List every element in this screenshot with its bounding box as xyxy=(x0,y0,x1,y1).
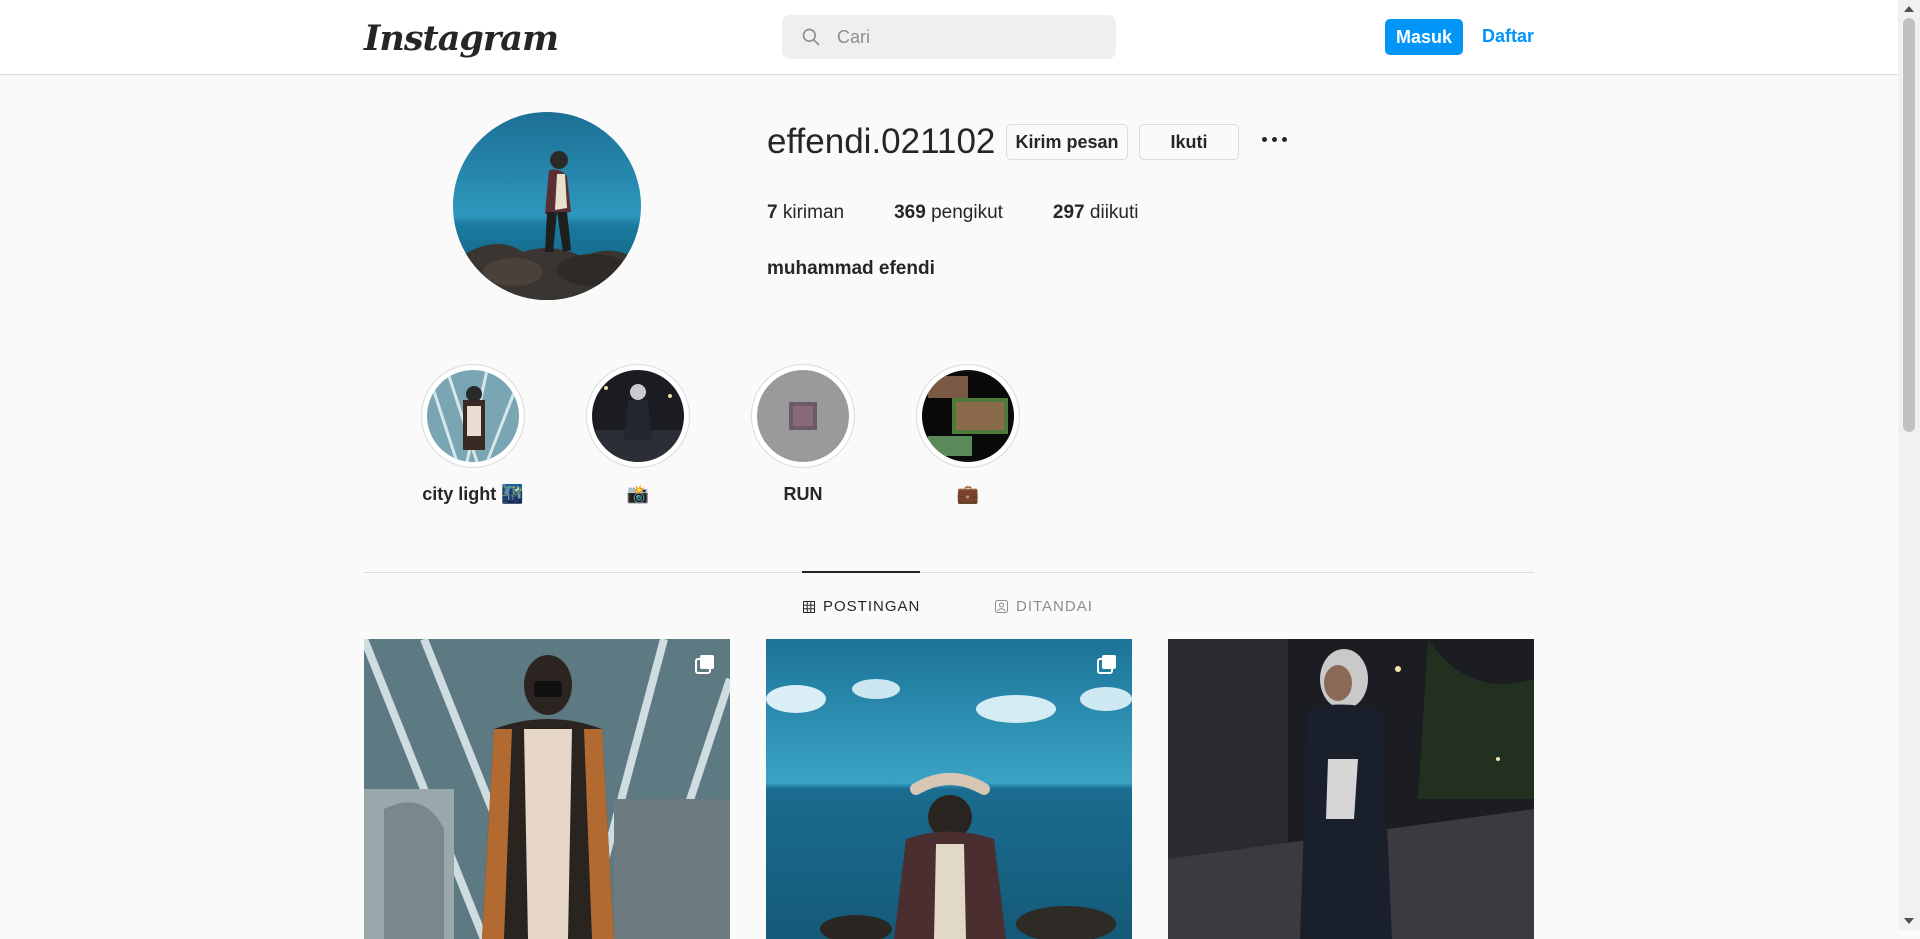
highlight-label: 💼 xyxy=(956,484,980,504)
search-input[interactable] xyxy=(835,25,1089,49)
post-thumbnail[interactable] xyxy=(766,639,1132,939)
posts-label: kiriman xyxy=(782,202,845,223)
highlight-ring xyxy=(586,364,690,468)
highlight-item-camera[interactable]: 📸 xyxy=(586,364,690,505)
posts-count: 7 xyxy=(767,202,778,223)
highlight-ring xyxy=(916,364,1020,468)
tab-posts-label: POSTINGAN xyxy=(823,598,921,615)
avatar-photo xyxy=(453,112,641,300)
highlight-label: 📸 xyxy=(626,484,650,504)
highlight-thumbnail xyxy=(757,370,849,462)
highlight-thumbnail xyxy=(427,370,519,462)
highlight-item-city-light[interactable]: city light 🌃 xyxy=(421,364,525,505)
profile-stats: 7 kiriman 369 pengikut 297 diikuti xyxy=(767,202,1188,224)
tabs-divider xyxy=(364,572,1534,573)
more-options-icon[interactable] xyxy=(1262,137,1287,142)
profile-full-name: muhammad efendi xyxy=(767,258,935,279)
followers-count: 369 xyxy=(894,202,926,223)
tagged-person-icon xyxy=(995,600,1008,613)
tab-tagged[interactable]: DITANDAI xyxy=(995,598,1093,615)
highlight-item-run[interactable]: RUN xyxy=(751,364,855,505)
send-message-button[interactable]: Kirim pesan xyxy=(1006,124,1128,160)
multiple-photos-icon xyxy=(695,655,714,674)
scrollbar-thumb[interactable] xyxy=(1903,18,1915,432)
page-scrollbar[interactable] xyxy=(1898,0,1920,930)
posts-count-stat: 7 kiriman xyxy=(767,202,844,224)
highlight-label: city light 🌃 xyxy=(422,484,524,504)
followers-stat[interactable]: 369 pengikut xyxy=(894,202,1003,224)
signup-link[interactable]: Daftar xyxy=(1482,26,1534,47)
highlight-item-briefcase[interactable]: 💼 xyxy=(916,364,1020,505)
profile-username: effendi.021102 xyxy=(767,122,996,161)
top-navigation-bar: Instagram Masuk Daftar xyxy=(0,0,1898,75)
multiple-photos-icon xyxy=(1097,655,1116,674)
profile-avatar[interactable] xyxy=(453,112,641,300)
highlight-ring xyxy=(751,364,855,468)
scroll-down-arrow-icon[interactable] xyxy=(1904,918,1914,924)
search-box[interactable] xyxy=(782,15,1116,59)
search-icon xyxy=(802,28,820,46)
grid-icon xyxy=(803,600,815,613)
scroll-up-arrow-icon[interactable] xyxy=(1904,6,1914,12)
following-label: diikuti xyxy=(1089,202,1139,223)
post-thumbnail[interactable] xyxy=(364,639,730,939)
highlight-thumbnail xyxy=(922,370,1014,462)
active-tab-indicator xyxy=(802,571,920,573)
following-stat[interactable]: 297 diikuti xyxy=(1053,202,1139,224)
highlight-ring xyxy=(421,364,525,468)
follow-button[interactable]: Ikuti xyxy=(1139,124,1239,160)
login-button[interactable]: Masuk xyxy=(1385,19,1463,55)
post-thumbnail[interactable] xyxy=(1168,639,1534,939)
highlight-thumbnail xyxy=(592,370,684,462)
highlight-label: RUN xyxy=(783,484,823,504)
following-count: 297 xyxy=(1052,202,1085,223)
tab-tagged-label: DITANDAI xyxy=(1016,598,1093,615)
tab-posts[interactable]: POSTINGAN xyxy=(803,598,920,615)
followers-label: pengikut xyxy=(931,202,1003,223)
instagram-logo[interactable]: Instagram xyxy=(364,18,559,59)
